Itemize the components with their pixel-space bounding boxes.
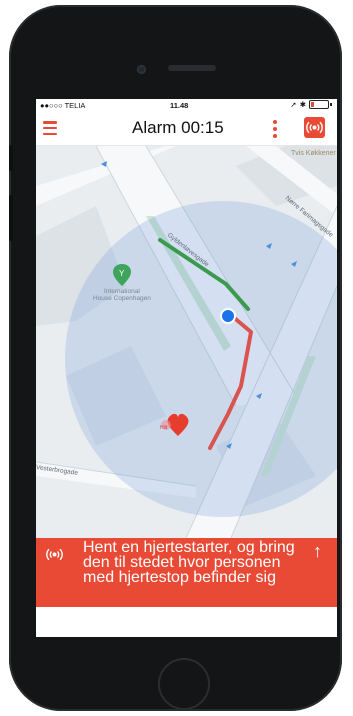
phone-screen: ●●○○○ TELIA 11.48 ➚ ✱ Alarm 00:15 Y Inte…: [36, 99, 337, 637]
volume-up-button: [9, 195, 13, 241]
instruction-text: Hent en hjertestarter, og bring den til …: [83, 539, 295, 586]
marker-label: Hilt: [160, 425, 168, 431]
business-label: Tvis Køkkener: [291, 150, 336, 157]
carrier-label: ●●○○○ TELIA: [40, 101, 86, 110]
status-bar: ●●○○○ TELIA 11.48 ➚ ✱: [36, 99, 337, 111]
status-time: 11.48: [170, 101, 189, 110]
hamburger-menu-icon[interactable]: [43, 121, 57, 135]
arrow-up-icon[interactable]: ↑: [313, 541, 322, 562]
svg-text:Y: Y: [119, 269, 125, 278]
app-header: Alarm 00:15: [36, 112, 337, 146]
broadcast-icon: [306, 121, 323, 134]
poi-label: International House Copenhagen: [93, 288, 151, 302]
home-button[interactable]: [158, 658, 210, 710]
page-title: Alarm 00:15: [132, 118, 224, 137]
more-options-icon[interactable]: [272, 120, 278, 138]
bluetooth-icon: ✱: [299, 100, 306, 109]
instruction-banner[interactable]: Hent en hjertestarter, og bring den til …: [36, 538, 337, 607]
broadcast-icon: [46, 548, 63, 561]
battery-icon: [309, 100, 329, 109]
alarm-broadcast-button[interactable]: [304, 117, 325, 138]
front-camera: [137, 65, 146, 74]
location-arrow-icon: ➚: [290, 100, 297, 109]
earpiece-speaker: [168, 65, 216, 71]
mute-switch: [9, 145, 13, 171]
map-view[interactable]: Y International House Copenhagen Tvis Kø…: [36, 146, 337, 538]
status-icons: ➚ ✱: [290, 100, 332, 109]
